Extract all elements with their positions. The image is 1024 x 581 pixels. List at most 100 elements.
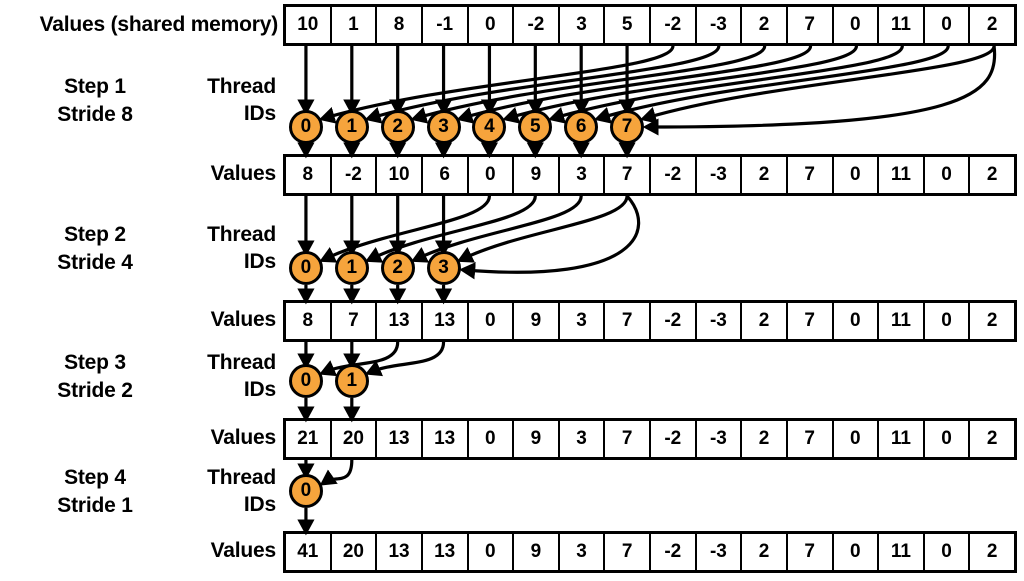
value-cell: -3	[696, 534, 743, 570]
value-cell: 0	[468, 421, 515, 457]
thread-ids-line2: IDs	[243, 378, 276, 402]
value-cell: 3	[559, 303, 606, 339]
thread-id-circle: 4	[472, 110, 507, 144]
value-cell: 3	[559, 534, 606, 570]
value-cell: 0	[833, 157, 880, 193]
thread-id-circle: 0	[288, 364, 323, 398]
step-label-2: Step 2 Stride 4	[0, 221, 190, 276]
value-cell: -2	[651, 534, 697, 570]
value-cell: -2	[651, 421, 697, 457]
value-cell: 11	[879, 421, 925, 457]
thread-id-circle: 0	[288, 474, 323, 508]
thread-ids-line1: Thread	[207, 75, 276, 98]
thread-id-circle: 3	[426, 251, 461, 285]
thread-id-circle: 6	[564, 110, 599, 144]
value-cell: -3	[696, 303, 743, 339]
array-step-4-values: 41 20 13 13 0 9 3 7 -2 -3 2 7 0 11 0 2	[283, 531, 1017, 573]
caption-thread-ids-3: Thread IDs	[176, 349, 276, 404]
value-cell: 9	[514, 303, 560, 339]
value-cell: -2	[514, 7, 560, 43]
value-cell: 10	[377, 157, 423, 193]
value-cell: 7	[787, 303, 834, 339]
value-cell: 11	[879, 7, 925, 43]
value-cell: 7	[605, 421, 651, 457]
arrow-stride-to-thread	[410, 45, 767, 124]
arrow-stride-to-thread	[456, 195, 629, 263]
value-cell: 0	[468, 7, 515, 43]
arrow-stride-to-thread-last	[459, 194, 641, 280]
value-cell: 41	[286, 534, 332, 570]
value-cell: 13	[422, 421, 469, 457]
caption-values-3: Values	[210, 426, 277, 449]
value-cell: 9	[514, 421, 560, 457]
arrow-stride-to-thread	[548, 45, 904, 124]
value-cell: 13	[377, 303, 423, 339]
value-cell: 13	[422, 303, 469, 339]
value-cell: 7	[331, 303, 378, 339]
value-cell: 2	[970, 157, 1014, 193]
arrow-stride-to-thread	[319, 195, 492, 263]
step-label-1: Step 1 Stride 8	[0, 73, 190, 128]
value-cell: 11	[879, 303, 925, 339]
thread-id-circle: 0	[288, 251, 323, 285]
value-cell: 5	[605, 7, 651, 43]
value-cell: 2	[742, 421, 788, 457]
value-cell: 7	[605, 157, 651, 193]
arrow-stride-to-thread	[319, 459, 354, 486]
reduction-diagram: Values (shared memory) 10 1 8 -1 0 -2 3 5 -2 -3 2 7…	[0, 0, 1024, 581]
arrow-stride-to-thread	[456, 45, 813, 124]
caption-thread-ids-2: Thread IDs	[176, 221, 276, 276]
thread-id-circle: 3	[426, 110, 461, 144]
value-cell: 21	[286, 421, 332, 457]
arrow-stride-to-thread	[502, 45, 859, 124]
thread-id-circle: 7	[610, 110, 645, 144]
thread-ids-line1: Thread	[207, 466, 276, 489]
step-1-stride: Stride 8	[57, 102, 133, 126]
value-cell: 0	[924, 534, 971, 570]
value-cell: 8	[286, 157, 332, 193]
value-cell: 7	[605, 534, 651, 570]
value-cell: 7	[787, 534, 834, 570]
arrow-stride-to-thread-last	[642, 45, 997, 136]
step-3-stride: Stride 2	[57, 378, 133, 402]
value-cell: 3	[559, 7, 606, 43]
value-cell: 10	[286, 7, 332, 43]
value-cell: 6	[422, 157, 469, 193]
value-cell: 3	[559, 157, 606, 193]
value-cell: 2	[742, 157, 788, 193]
value-cell: -2	[651, 157, 697, 193]
arrow-stride-to-thread	[318, 45, 675, 124]
value-cell: 2	[742, 7, 788, 43]
value-cell: 3	[559, 421, 606, 457]
value-cell: 0	[833, 7, 880, 43]
value-cell: 2	[970, 7, 1014, 43]
value-cell: 0	[924, 303, 971, 339]
caption-values-4: Values	[210, 539, 277, 562]
caption-shared-memory: Values (shared memory)	[39, 13, 279, 36]
value-cell: 2	[970, 534, 1014, 570]
value-cell: 0	[468, 303, 515, 339]
caption-thread-ids-4: Thread IDs	[176, 464, 276, 519]
value-cell: 7	[787, 157, 834, 193]
value-cell: -2	[331, 157, 378, 193]
step-3-title: Step 3	[64, 351, 126, 374]
thread-ids-line1: Thread	[207, 223, 276, 246]
arrow-stride-to-thread	[594, 45, 950, 124]
value-cell: 13	[377, 421, 423, 457]
value-cell: 0	[833, 534, 880, 570]
step-1-title: Step 1	[64, 75, 126, 98]
value-cell: 11	[879, 157, 925, 193]
step-label-4: Step 4 Stride 1	[0, 464, 190, 519]
value-cell: 0	[468, 534, 515, 570]
value-cell: 7	[605, 303, 651, 339]
thread-id-circle: 0	[288, 110, 323, 144]
value-cell: 0	[468, 157, 515, 193]
value-cell: 0	[833, 421, 880, 457]
array-initial-values: 10 1 8 -1 0 -2 3 5 -2 -3 2 7 0 11 0 2	[283, 4, 1017, 46]
thread-id-circle: 1	[334, 364, 369, 398]
value-cell: 8	[377, 7, 423, 43]
value-cell: -3	[696, 7, 743, 43]
thread-ids-line1: Thread	[207, 351, 276, 374]
value-cell: -2	[651, 303, 697, 339]
value-cell: 7	[787, 7, 834, 43]
